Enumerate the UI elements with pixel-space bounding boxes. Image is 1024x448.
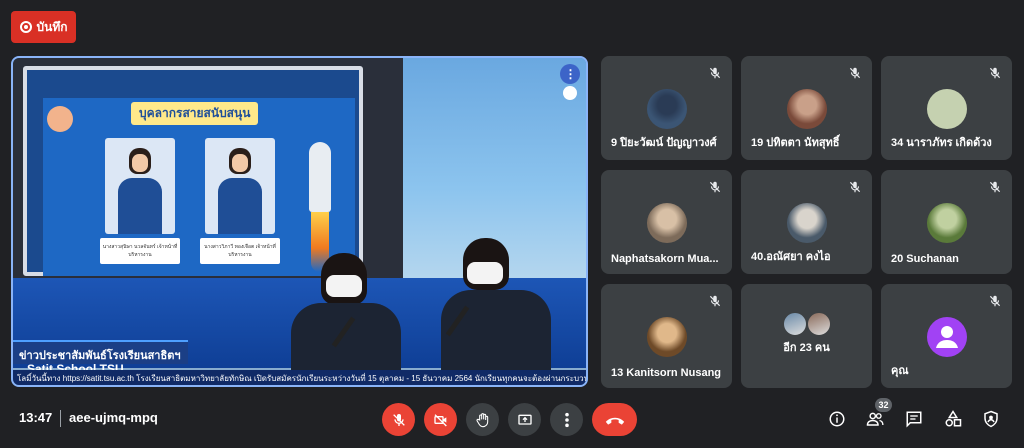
participant-avatar bbox=[926, 203, 967, 243]
participant-avatar bbox=[786, 89, 827, 129]
meeting-details-button[interactable] bbox=[828, 410, 846, 428]
participant-avatar bbox=[926, 89, 967, 129]
participant-name: 40.อณัศยา คงไอ bbox=[751, 251, 831, 263]
staff-caption-2: นางสาววิภาวี ทองเจือต เจ้าหน้าที่บริหารง… bbox=[200, 238, 280, 264]
host-controls-icon bbox=[984, 410, 998, 428]
participant-avatar bbox=[646, 89, 687, 129]
activities-icon bbox=[945, 410, 962, 427]
mic-off-icon bbox=[849, 67, 861, 79]
present-icon bbox=[517, 414, 532, 425]
mic-off-icon bbox=[709, 295, 721, 307]
participant-name: Naphatsakorn Mua... bbox=[611, 253, 719, 265]
mic-off-icon bbox=[392, 413, 405, 426]
mic-off-icon bbox=[849, 181, 861, 193]
participant-avatar bbox=[646, 317, 687, 357]
present-now-button[interactable] bbox=[508, 403, 541, 436]
info-icon bbox=[829, 411, 845, 427]
record-icon bbox=[19, 21, 32, 33]
slide-title: บุคลากรสายสนับสนุน bbox=[131, 102, 259, 125]
participant-name: 20 Suchanan bbox=[891, 253, 959, 265]
leave-call-button[interactable] bbox=[592, 403, 637, 436]
chat-button[interactable] bbox=[905, 410, 923, 428]
staff-photo-2 bbox=[205, 138, 275, 234]
participant-name: 19 ปทิตตา นัทสุทธิ์ bbox=[751, 137, 840, 149]
person-icon bbox=[935, 326, 958, 348]
staff-photo-1 bbox=[105, 138, 175, 234]
mic-off-icon bbox=[989, 295, 1001, 307]
participant-tile[interactable]: 9 ปิยะวัฒน์ ปัญญาวงศ์ bbox=[601, 56, 732, 160]
pin-icon[interactable] bbox=[563, 86, 577, 100]
recording-indicator[interactable]: บันทึก bbox=[11, 11, 76, 43]
host-controls-button[interactable] bbox=[982, 410, 1000, 428]
participant-tile[interactable]: 40.อณัศยา คงไอ bbox=[741, 170, 872, 274]
meet-window: บันทึก บุคลากรสายสนับสนุน นางสาวสุนิษา น… bbox=[0, 0, 1024, 448]
mic-off-icon bbox=[989, 67, 1001, 79]
presentation-tile[interactable]: บุคลากรสายสนับสนุน นางสาวสุนิษา นวลจันทร… bbox=[11, 56, 588, 387]
rocket-graphic bbox=[309, 142, 331, 212]
participant-name: 13 Kanitsorn Nusang bbox=[611, 367, 722, 379]
slide: บุคลากรสายสนับสนุน นางสาวสุนิษา นวลจันทร… bbox=[43, 98, 355, 276]
participant-tile[interactable]: คุณ bbox=[881, 284, 1012, 388]
recording-label: บันทึก bbox=[36, 19, 68, 34]
participant-tile[interactable]: 19 ปทิตตา นัทสุทธิ์ bbox=[741, 56, 872, 160]
camera-toggle-button[interactable] bbox=[424, 403, 457, 436]
more-vert-icon[interactable]: ⋮ bbox=[560, 64, 580, 84]
participant-name: 34 นาราภัทร เกิดด้วง bbox=[891, 137, 992, 149]
end-call-icon bbox=[605, 417, 624, 425]
participant-avatar bbox=[926, 317, 967, 357]
mic-off-icon bbox=[709, 181, 721, 193]
clock: 13:47 bbox=[19, 410, 53, 425]
news-lower-third: ข่าวประชาสัมพันธ์โรงเรียนสาธิตฯ bbox=[13, 340, 188, 364]
participant-tile[interactable]: อีก 23 คน bbox=[741, 284, 872, 388]
mic-toggle-button[interactable] bbox=[382, 403, 415, 436]
participant-avatar bbox=[806, 312, 831, 336]
participant-tile[interactable]: 13 Kanitsorn Nusang bbox=[601, 284, 732, 388]
participant-count-badge: 32 bbox=[875, 398, 892, 412]
raise-hand-icon bbox=[475, 412, 488, 427]
people-icon bbox=[866, 412, 884, 426]
participant-tile[interactable]: 20 Suchanan bbox=[881, 170, 1012, 274]
news-ticker: โลมิ์วันนี้ทาง https://satit.tsu.ac.th โ… bbox=[13, 370, 586, 385]
chat-icon bbox=[906, 411, 922, 428]
participant-tile[interactable]: 34 นาราภัทร เกิดด้วง bbox=[881, 56, 1012, 160]
participant-name: คุณ bbox=[891, 365, 909, 377]
participants-button[interactable] bbox=[866, 410, 884, 428]
slide-screen: บุคลากรสายสนับสนุน นางสาวสุนิษา นวลจันทร… bbox=[23, 66, 363, 276]
participant-avatar bbox=[646, 203, 687, 243]
camera-off-icon bbox=[433, 413, 447, 426]
raise-hand-button[interactable] bbox=[466, 403, 499, 436]
participant-avatar bbox=[786, 203, 827, 243]
activities-button[interactable] bbox=[944, 410, 962, 428]
participant-name: 9 ปิยะวัฒน์ ปัญญาวงศ์ bbox=[611, 137, 717, 149]
participant-name: อีก 23 คน bbox=[783, 342, 830, 354]
mic-off-icon bbox=[709, 67, 721, 79]
mic-off-icon bbox=[989, 181, 1001, 193]
participant-avatar bbox=[782, 312, 807, 336]
staff-caption-1: นางสาวสุนิษา นวลจันทร์ เจ้าหน้าที่บริหาร… bbox=[100, 238, 180, 264]
meeting-code[interactable]: aee-ujmq-mpq bbox=[69, 410, 158, 425]
more-options-icon bbox=[564, 412, 569, 427]
planet-graphic bbox=[47, 106, 73, 132]
more-options-button[interactable] bbox=[550, 403, 583, 436]
divider bbox=[60, 410, 61, 427]
participant-tile[interactable]: Naphatsakorn Mua... bbox=[601, 170, 732, 274]
